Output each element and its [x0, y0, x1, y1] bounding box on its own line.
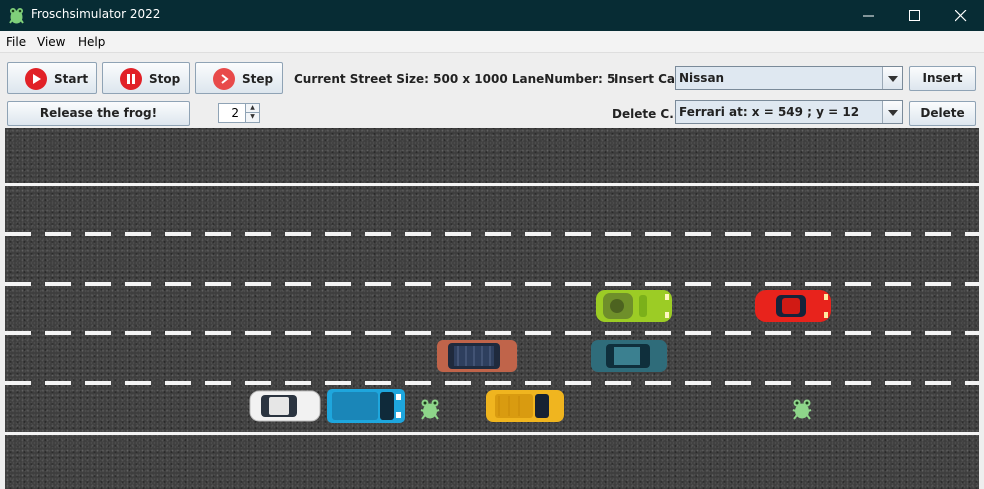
frog-icon	[420, 399, 440, 420]
car-sedan	[249, 390, 321, 422]
frog-count-value: 2	[231, 106, 239, 120]
delete-car-label: Delete C...	[612, 107, 683, 121]
play-icon	[25, 68, 47, 90]
car-van	[327, 389, 405, 423]
step-button[interactable]: Step	[195, 62, 283, 94]
step-label: Step	[242, 72, 274, 86]
car-suv	[437, 340, 517, 372]
car-wagon	[486, 390, 564, 422]
street-canvas[interactable]	[5, 128, 979, 489]
frog-count-spinner[interactable]: 2 ▲ ▼	[218, 103, 260, 123]
insert-car-select[interactable]: Nissan	[675, 66, 903, 90]
menu-help[interactable]: Help	[78, 35, 105, 49]
lane-divider	[5, 331, 979, 335]
menu-bar: File View Help	[0, 31, 984, 53]
insert-button[interactable]: Insert	[909, 66, 976, 91]
title-bar: Froschsimulator 2022	[0, 0, 984, 31]
insert-car-value: Nissan	[679, 71, 725, 85]
start-button[interactable]: Start	[7, 62, 97, 94]
maximize-button[interactable]	[892, 0, 938, 31]
close-button[interactable]	[938, 0, 984, 31]
car-sports	[755, 290, 831, 322]
delete-car-select[interactable]: Ferrari at: x = 549 ; y = 12	[675, 100, 903, 124]
stop-button[interactable]: Stop	[102, 62, 190, 94]
maximize-icon	[909, 10, 920, 21]
frog-icon	[792, 399, 812, 420]
spinner-down-icon[interactable]: ▼	[245, 113, 259, 122]
release-frog-button[interactable]: Release the frog!	[7, 101, 190, 126]
frog-icon	[9, 8, 24, 24]
lane-divider	[5, 232, 979, 236]
window-title: Froschsimulator 2022	[31, 7, 161, 21]
lane-divider	[5, 282, 979, 286]
start-label: Start	[54, 72, 89, 86]
lane-border-bottom	[5, 432, 979, 435]
delete-button[interactable]: Delete	[909, 101, 976, 126]
delete-car-value: Ferrari at: x = 549 ; y = 12	[679, 105, 860, 119]
insert-car-label: Insert Car	[614, 72, 681, 86]
chevron-down-icon[interactable]	[882, 101, 902, 123]
lane-divider	[5, 381, 979, 385]
lane-border-top	[5, 183, 979, 186]
car-convertible	[596, 290, 672, 322]
spinner-up-icon[interactable]: ▲	[245, 104, 259, 113]
car-hatchback	[591, 340, 667, 372]
step-icon	[213, 68, 235, 90]
menu-view[interactable]: View	[37, 35, 65, 49]
stop-label: Stop	[149, 72, 181, 86]
menu-file[interactable]: File	[6, 35, 26, 49]
minimize-icon	[863, 15, 874, 17]
close-icon	[955, 10, 967, 22]
pause-icon	[120, 68, 142, 90]
chevron-down-icon[interactable]	[882, 67, 902, 89]
street-info: Current Street Size: 500 x 1000 LaneNumb…	[294, 72, 616, 86]
minimize-button[interactable]	[846, 0, 892, 31]
